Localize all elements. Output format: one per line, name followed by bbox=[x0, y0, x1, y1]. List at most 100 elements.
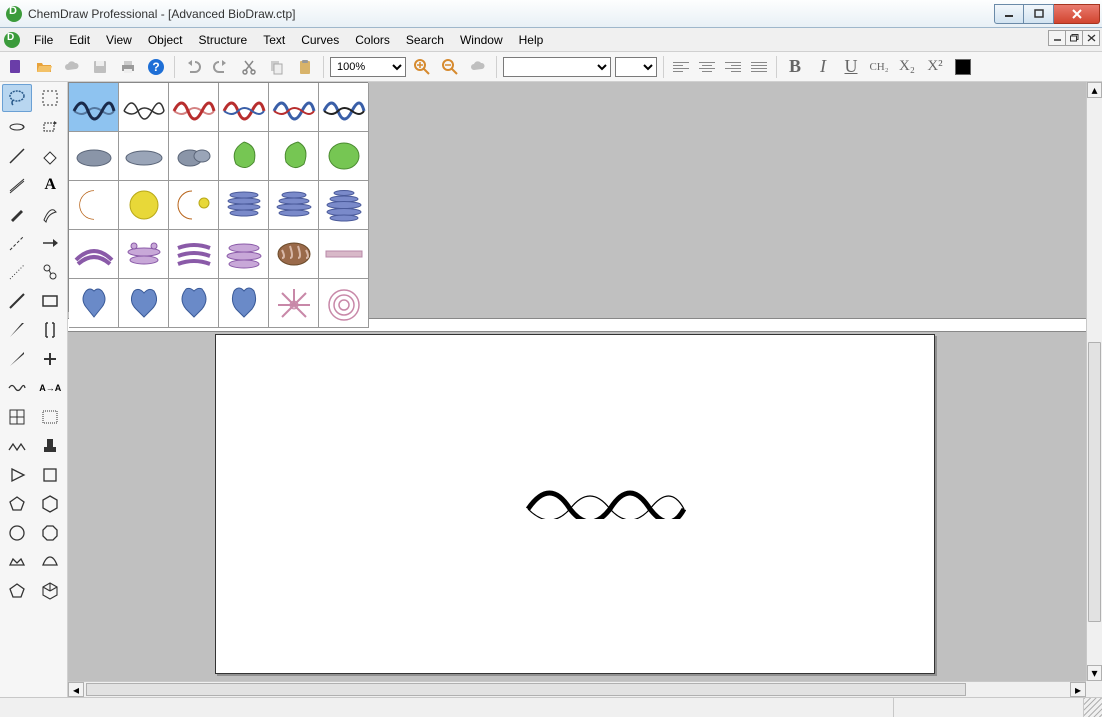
zoom-in-button[interactable] bbox=[410, 55, 434, 79]
horizontal-scroll-thumb[interactable] bbox=[86, 683, 966, 696]
pentagon-fill-tool[interactable] bbox=[2, 577, 32, 605]
pen-tool[interactable] bbox=[2, 200, 32, 228]
maximize-button[interactable] bbox=[1024, 4, 1054, 24]
caliper-tool[interactable] bbox=[36, 258, 66, 286]
bio-radial-1[interactable] bbox=[269, 279, 319, 328]
bio-golgi-3[interactable] bbox=[319, 181, 369, 230]
bio-protein-1[interactable] bbox=[69, 279, 119, 328]
bio-er-1[interactable] bbox=[69, 230, 119, 279]
plus-tool[interactable] bbox=[36, 345, 66, 373]
atoa-tool[interactable]: A→A bbox=[36, 374, 66, 402]
copy-button[interactable] bbox=[265, 55, 289, 79]
scroll-left-button[interactable]: ◂ bbox=[68, 682, 84, 697]
bold-button[interactable]: B bbox=[783, 55, 807, 79]
bio-ribosome-2[interactable] bbox=[119, 132, 169, 181]
cloud-button[interactable] bbox=[60, 55, 84, 79]
pentagon-tool[interactable] bbox=[2, 490, 32, 518]
align-right-button[interactable] bbox=[722, 56, 744, 78]
bond-tool[interactable] bbox=[2, 287, 32, 315]
heptagon-tool[interactable] bbox=[2, 519, 32, 547]
superscript-button[interactable]: X² bbox=[923, 55, 947, 79]
underline-button[interactable]: U bbox=[839, 55, 863, 79]
menu-file[interactable]: File bbox=[26, 30, 61, 50]
grid-tool[interactable] bbox=[2, 403, 32, 431]
bio-dna-outline[interactable] bbox=[119, 83, 169, 132]
vertical-scroll-thumb[interactable] bbox=[1088, 342, 1101, 622]
canvas-page[interactable] bbox=[215, 334, 935, 674]
bio-vesicle-yellow[interactable] bbox=[119, 181, 169, 230]
menu-text[interactable]: Text bbox=[255, 30, 293, 50]
menu-help[interactable]: Help bbox=[511, 30, 552, 50]
menu-edit[interactable]: Edit bbox=[61, 30, 98, 50]
formula-button[interactable]: CH₂ bbox=[867, 55, 891, 79]
resize-grip[interactable] bbox=[1084, 698, 1102, 717]
dotted-rect-tool[interactable] bbox=[36, 403, 66, 431]
bio-green-1[interactable] bbox=[219, 132, 269, 181]
arrow-tool[interactable] bbox=[36, 229, 66, 257]
zoom-out-button[interactable] bbox=[438, 55, 462, 79]
bio-dna-blueblack[interactable] bbox=[319, 83, 369, 132]
bio-green-3[interactable] bbox=[319, 132, 369, 181]
wedge-up-tool[interactable] bbox=[2, 345, 32, 373]
chain-tool[interactable] bbox=[2, 432, 32, 460]
wedge-down-tool[interactable] bbox=[2, 316, 32, 344]
lasso-tool[interactable] bbox=[2, 84, 32, 112]
cut-button[interactable] bbox=[237, 55, 261, 79]
italic-button[interactable]: I bbox=[811, 55, 835, 79]
font-size-select[interactable] bbox=[615, 57, 657, 77]
hexagon-tool[interactable] bbox=[36, 490, 66, 518]
bio-er-2[interactable] bbox=[119, 230, 169, 279]
octagon-tool[interactable] bbox=[36, 519, 66, 547]
bio-ribosome-1[interactable] bbox=[69, 132, 119, 181]
wavy-tool[interactable] bbox=[2, 374, 32, 402]
bio-green-2[interactable] bbox=[269, 132, 319, 181]
menu-object[interactable]: Object bbox=[140, 30, 191, 50]
undo-button[interactable] bbox=[181, 55, 205, 79]
save-button[interactable] bbox=[88, 55, 112, 79]
color-button[interactable] bbox=[951, 55, 975, 79]
align-center-button[interactable] bbox=[696, 56, 718, 78]
print-button[interactable] bbox=[116, 55, 140, 79]
menu-window[interactable]: Window bbox=[452, 30, 511, 50]
rotate-3d-tool[interactable] bbox=[2, 113, 32, 141]
square-tool[interactable] bbox=[36, 461, 66, 489]
bio-dna-blue[interactable] bbox=[269, 83, 319, 132]
bio-protein-2[interactable] bbox=[119, 279, 169, 328]
cube-tool[interactable] bbox=[36, 577, 66, 605]
stamp-tool[interactable] bbox=[36, 432, 66, 460]
zoom-select[interactable]: 100% bbox=[330, 57, 406, 77]
close-button[interactable] bbox=[1054, 4, 1100, 24]
scroll-up-button[interactable]: ▴ bbox=[1087, 82, 1102, 98]
bio-dna-redblue[interactable] bbox=[219, 83, 269, 132]
bio-er-4[interactable] bbox=[219, 230, 269, 279]
eraser-tool[interactable] bbox=[36, 142, 66, 170]
bio-lysosome[interactable] bbox=[69, 181, 119, 230]
bio-dna-black[interactable] bbox=[69, 83, 119, 132]
align-justify-button[interactable] bbox=[748, 56, 770, 78]
document-icon[interactable] bbox=[4, 32, 20, 48]
bio-dna-red[interactable] bbox=[169, 83, 219, 132]
bio-protein-3[interactable] bbox=[169, 279, 219, 328]
minimize-button[interactable] bbox=[994, 4, 1024, 24]
open-button[interactable] bbox=[32, 55, 56, 79]
mdi-close-button[interactable] bbox=[1082, 30, 1100, 46]
bio-protein-4[interactable] bbox=[219, 279, 269, 328]
mdi-minimize-button[interactable] bbox=[1048, 30, 1066, 46]
bio-radial-2[interactable] bbox=[319, 279, 369, 328]
help-button[interactable]: ? bbox=[144, 55, 168, 79]
scroll-right-button[interactable]: ▸ bbox=[1070, 682, 1086, 697]
cloud-sync-button[interactable] bbox=[466, 55, 490, 79]
menu-search[interactable]: Search bbox=[398, 30, 452, 50]
line-tool[interactable] bbox=[2, 142, 32, 170]
menu-view[interactable]: View bbox=[98, 30, 140, 50]
rotate-2d-tool[interactable] bbox=[36, 113, 66, 141]
bio-vesicle-orange[interactable] bbox=[169, 181, 219, 230]
vertical-scrollbar[interactable]: ▴ ▾ bbox=[1086, 82, 1102, 681]
bio-membrane[interactable] bbox=[319, 230, 369, 279]
font-select[interactable] bbox=[503, 57, 611, 77]
align-left-button[interactable] bbox=[670, 56, 692, 78]
scroll-down-button[interactable]: ▾ bbox=[1087, 665, 1102, 681]
paste-button[interactable] bbox=[293, 55, 317, 79]
crown-alt-tool[interactable] bbox=[36, 548, 66, 576]
text-tool[interactable]: A bbox=[36, 171, 66, 199]
